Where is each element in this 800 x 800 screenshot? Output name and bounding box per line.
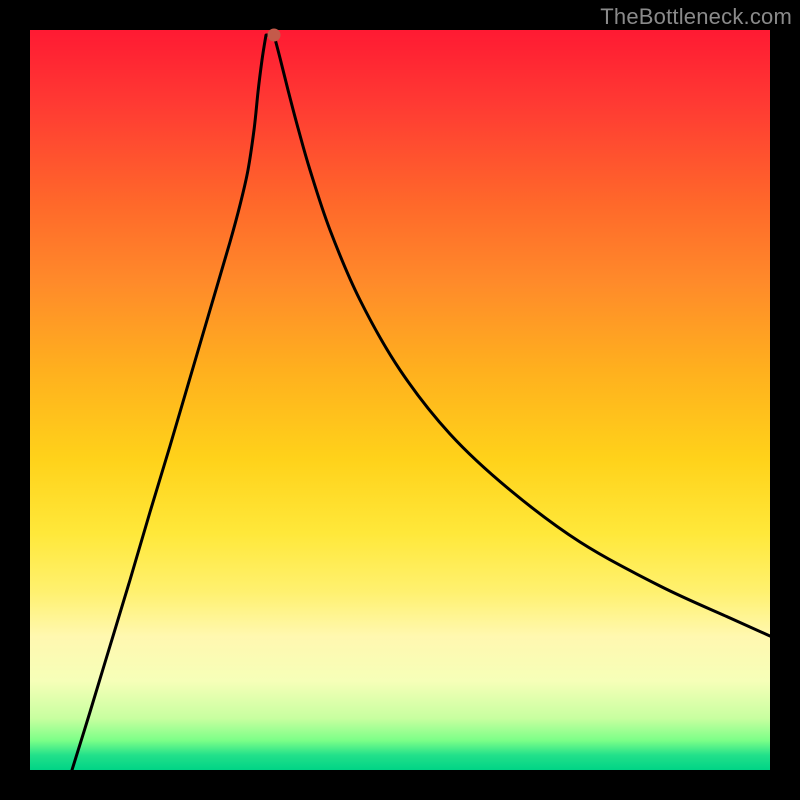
curve-path — [72, 35, 770, 770]
minimum-marker — [268, 29, 281, 42]
chart-frame: TheBottleneck.com — [0, 0, 800, 800]
bottleneck-curve — [30, 30, 770, 770]
watermark-text: TheBottleneck.com — [600, 4, 792, 30]
chart-plot-area — [30, 30, 770, 770]
